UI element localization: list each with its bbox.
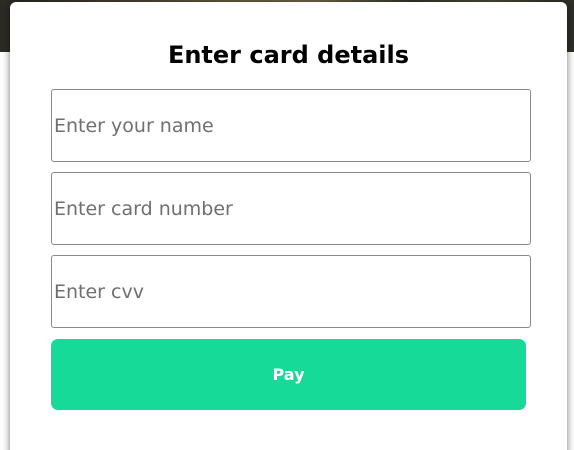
pay-button[interactable]: Pay (51, 339, 526, 410)
name-input[interactable] (51, 89, 531, 162)
modal-title: Enter card details (167, 41, 410, 69)
card-number-input[interactable] (51, 172, 531, 245)
cvv-input[interactable] (51, 255, 531, 328)
card-details-modal: Enter card details Pay (10, 2, 567, 450)
